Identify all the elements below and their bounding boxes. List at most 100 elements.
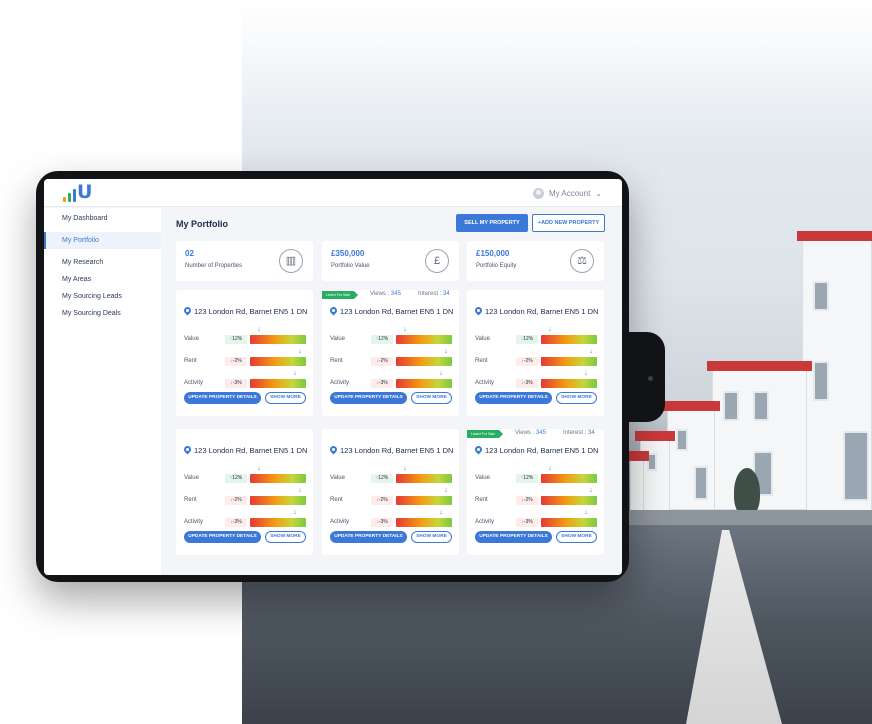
location-pin-icon [330,446,337,455]
metric-label: Value [184,475,199,481]
update-property-button[interactable]: UPDATE PROPERTY DETAILS [184,392,261,404]
metric-change-badge: ↓-2% [371,357,393,366]
app-screen: U My Account ⌄ My Dashboard My Portfolio… [44,179,622,575]
update-property-button[interactable]: UPDATE PROPERTY DETAILS [475,392,552,404]
sidebar-item-sourcing-deals[interactable]: My Sourcing Deals [44,305,161,322]
metric-gradient-bar [396,474,452,483]
metric-gradient-bar [541,474,597,483]
property-address: 123 London Rd, Barnet EN5 1 DN [330,307,453,316]
show-more-button[interactable]: SHOW MORE [556,392,597,404]
sidebar-item-dashboard[interactable]: My Dashboard [44,210,161,227]
account-label: My Account [548,188,591,198]
views-count: Views : 345 [515,430,546,436]
sidebar: My Dashboard My Portfolio My Research My… [44,208,161,575]
property-card[interactable]: 123 London Rd, Barnet EN5 1 DN Value ↑12… [176,429,313,555]
metric-marker-icon: ↓ [589,348,593,355]
metric-label: Activity [184,380,204,386]
metric-value: Value ↑12% ↓ [184,465,306,485]
location-pin-icon [475,307,482,316]
metric-value: Value ↑12% ↓ [475,326,597,346]
location-pin-icon [184,307,191,316]
sky [242,0,872,140]
show-more-button[interactable]: SHOW MORE [411,392,452,404]
metric-marker-icon: ↓ [257,465,261,472]
property-card[interactable]: 123 London Rd, Barnet EN5 1 DN Value ↑12… [322,429,459,555]
metric-gradient-bar [250,518,306,527]
metric-activity: Activity ↓-3% ↓ [184,370,306,390]
metric-label: Activity [475,519,495,525]
show-more-button[interactable]: SHOW MORE [411,531,452,543]
metric-label: Rent [184,497,197,503]
metric-change-badge: ↓-3% [371,379,393,388]
metric-marker-icon: ↓ [439,370,443,377]
metric-gradient-bar [396,357,452,366]
add-property-button[interactable]: +ADD NEW PROPERTY [532,214,605,232]
update-property-button[interactable]: UPDATE PROPERTY DETAILS [184,531,261,543]
metric-change-badge: ↓-3% [225,518,247,527]
sidebar-item-research[interactable]: My Research [44,254,161,271]
metric-change-badge: ↓-3% [516,379,538,388]
metric-gradient-bar [396,496,452,505]
metric-marker-icon: ↓ [439,509,443,516]
house-5 [625,451,649,512]
metric-label: Rent [330,358,343,364]
metric-change-badge: ↑12% [225,474,247,483]
update-property-button[interactable]: UPDATE PROPERTY DETAILS [330,392,407,404]
sidebar-item-portfolio[interactable]: My Portfolio [44,232,161,249]
metric-marker-icon: ↓ [293,370,297,377]
metric-label: Value [330,336,345,342]
account-menu[interactable]: My Account ⌄ [532,186,602,200]
stat-value: £150,000 [476,249,510,258]
sell-property-button[interactable]: SELL MY PROPERTY [456,214,528,232]
metric-change-badge: ↑12% [371,474,393,483]
metric-change-badge: ↑12% [225,335,247,344]
logo-bar-icon [68,193,71,202]
stat-label: Portfolio Equity [476,263,517,269]
property-card[interactable]: 123 London Rd, Barnet EN5 1 DN Value ↑12… [467,290,604,416]
metric-rent: Rent ↓-2% ↓ [330,348,452,368]
tablet-side-button [627,332,665,422]
sidebar-item-areas[interactable]: My Areas [44,271,161,288]
metric-marker-icon: ↓ [589,487,593,494]
tablet-camera [648,376,653,381]
property-card[interactable]: Listed For Sale Views : 345 Interest : 34 1… [467,429,604,555]
metric-change-badge: ↓-2% [516,496,538,505]
show-more-button[interactable]: SHOW MORE [265,531,306,543]
metric-label: Value [184,336,199,342]
address-text: 123 London Rd, Barnet EN5 1 DN [340,446,454,455]
metric-gradient-bar [541,496,597,505]
update-property-button[interactable]: UPDATE PROPERTY DETAILS [475,531,552,543]
metric-gradient-bar [541,335,597,344]
metric-change-badge: ↓-2% [371,496,393,505]
property-card[interactable]: Listed For Sale Views : 345 Interest : 34 1… [322,290,459,416]
update-property-button[interactable]: UPDATE PROPERTY DETAILS [330,531,407,543]
metric-label: Value [330,475,345,481]
metric-label: Value [475,475,490,481]
property-address: 123 London Rd, Barnet EN5 1 DN [475,307,598,316]
location-pin-icon [184,446,191,455]
metric-marker-icon: ↓ [444,487,448,494]
location-pin-icon [475,446,482,455]
show-more-button[interactable]: SHOW MORE [556,531,597,543]
property-card[interactable]: 123 London Rd, Barnet EN5 1 DN Value ↑12… [176,290,313,416]
show-more-button[interactable]: SHOW MORE [265,392,306,404]
sidebar-item-sourcing-leads[interactable]: My Sourcing Leads [44,288,161,305]
metric-change-badge: ↓-3% [225,379,247,388]
location-pin-icon [330,307,337,316]
address-text: 123 London Rd, Barnet EN5 1 DN [485,307,599,316]
scale-icon: ⚖ [570,249,594,273]
app-logo[interactable]: U [63,182,93,202]
metric-activity: Activity ↓-3% ↓ [475,370,597,390]
metric-marker-icon: ↓ [548,465,552,472]
stat-label: Portfolio Value [331,263,370,269]
metric-change-badge: ↓-2% [516,357,538,366]
money-icon: £ [425,249,449,273]
metric-value: Value ↑12% ↓ [184,326,306,346]
metric-activity: Activity ↓-3% ↓ [184,509,306,529]
metric-gradient-bar [250,474,306,483]
chevron-down-icon: ⌄ [595,188,602,198]
metric-marker-icon: ↓ [548,326,552,333]
metric-activity: Activity ↓-3% ↓ [330,509,452,529]
metric-value: Value ↑12% ↓ [475,465,597,485]
property-address: 123 London Rd, Barnet EN5 1 DN [184,307,307,316]
